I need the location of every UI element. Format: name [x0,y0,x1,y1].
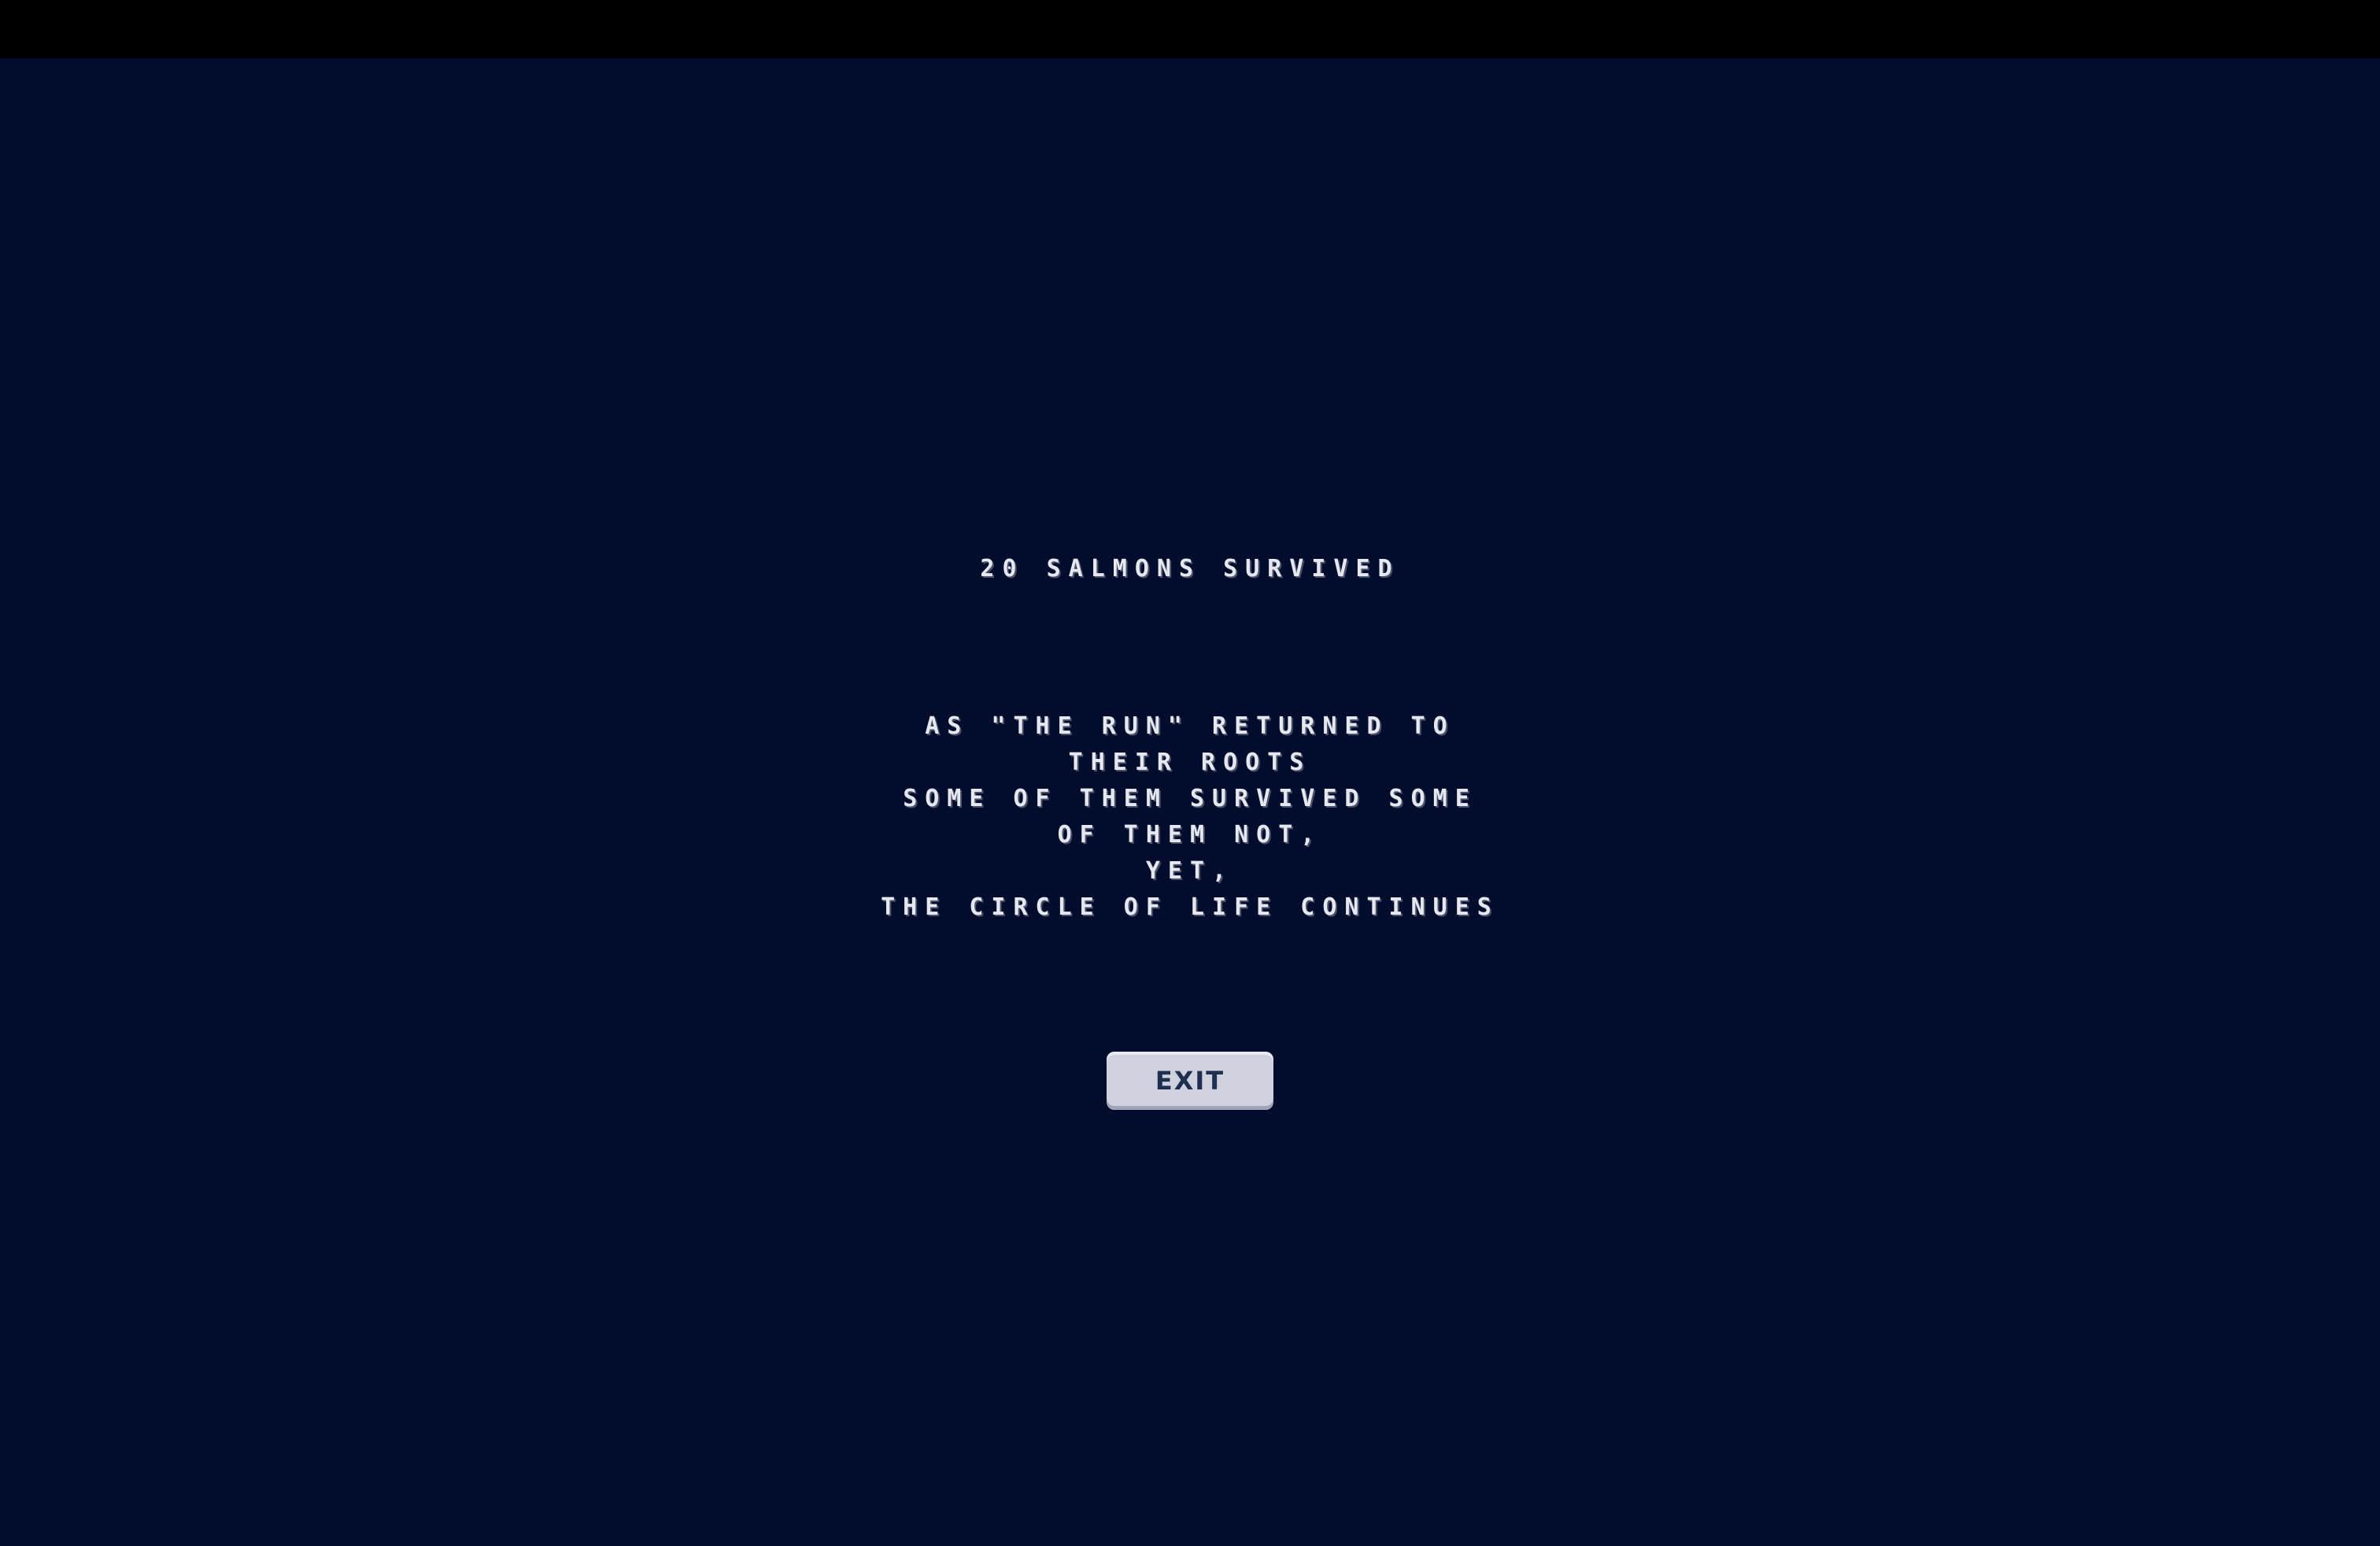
survivors-count-text: 20 SALMONS SURVIVED [980,555,1400,583]
message-line: AS "THE RUN" RETURNED TO THEIR ROOTS [925,712,1455,776]
exit-button-label: EXIT [1155,1066,1225,1096]
message-line: THE CIRCLE OF LIFE CONTINUES [881,893,1499,921]
top-bar [0,0,2380,58]
message-line: YET, [1145,857,1235,885]
game-end-screen: 20 SALMONS SURVIVED AS "THE RUN" RETURNE… [0,58,2380,1546]
ending-message: AS "THE RUN" RETURNED TO THEIR ROOTS SOM… [875,708,1505,926]
exit-button[interactable]: EXIT [1107,1052,1273,1110]
message-line: SOME OF THEM SURVIVED SOME OF THEM NOT, [903,785,1477,849]
